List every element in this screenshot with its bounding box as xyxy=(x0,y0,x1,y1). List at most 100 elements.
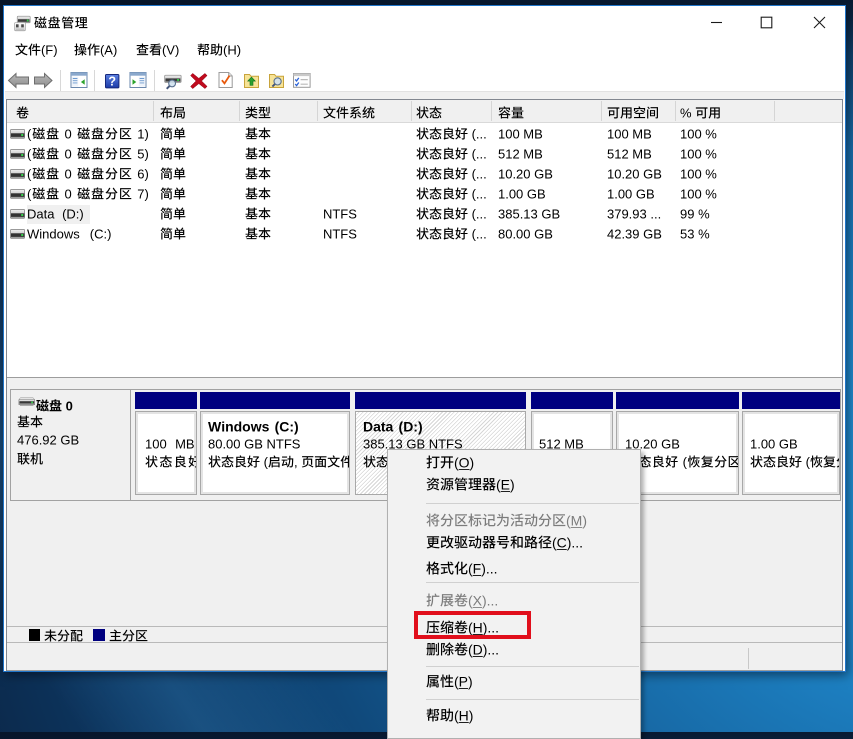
svg-text:100: 100 xyxy=(607,126,629,141)
svg-text:NTFS: NTFS xyxy=(323,206,357,221)
svg-text:(...: (... xyxy=(471,186,486,201)
svg-text:)...: )... xyxy=(481,560,497,576)
svg-text:379.93: 379.93 xyxy=(607,206,647,221)
svg-text:GB: GB xyxy=(60,432,79,447)
svg-text:%: % xyxy=(706,186,718,201)
svg-text:(: ( xyxy=(806,454,811,469)
svg-text:(F): (F) xyxy=(41,43,58,58)
svg-text:Windows: Windows xyxy=(208,418,270,434)
svg-text:...: ... xyxy=(650,206,661,221)
svg-text:(: ( xyxy=(552,535,557,551)
svg-text:(: ( xyxy=(454,454,459,470)
svg-text:100: 100 xyxy=(498,126,520,141)
svg-text:(...: (... xyxy=(471,226,486,241)
svg-text:%: % xyxy=(706,126,718,141)
svg-text:(: ( xyxy=(468,560,473,576)
svg-text:)...: )... xyxy=(482,592,498,608)
svg-text:7): 7) xyxy=(138,186,150,201)
svg-text:512: 512 xyxy=(607,146,629,161)
svg-text:X: X xyxy=(472,592,482,608)
svg-text:(...: (... xyxy=(471,206,486,221)
svg-text:385.13: 385.13 xyxy=(498,206,538,221)
svg-text:)...: )... xyxy=(566,535,582,551)
svg-text:?: ? xyxy=(108,74,116,88)
svg-text:%: % xyxy=(698,206,710,221)
svg-text:10.20: 10.20 xyxy=(498,166,531,181)
svg-text:%: % xyxy=(698,226,710,241)
svg-text:GB: GB xyxy=(245,437,264,452)
svg-text:(D:): (D:) xyxy=(399,418,423,434)
svg-text:1.00: 1.00 xyxy=(607,186,632,201)
svg-text:Data: Data xyxy=(363,418,394,434)
svg-text:(: ( xyxy=(454,674,459,690)
svg-text:GB: GB xyxy=(534,166,553,181)
svg-text:GB: GB xyxy=(534,226,553,241)
svg-text:GB: GB xyxy=(636,186,655,201)
svg-text:GB: GB xyxy=(542,206,561,221)
svg-text:1.00: 1.00 xyxy=(750,437,775,452)
svg-text:(...: (... xyxy=(471,146,486,161)
svg-text:(C:): (C:) xyxy=(275,418,299,434)
svg-text:(V): (V) xyxy=(162,43,179,58)
svg-text:M: M xyxy=(570,512,582,528)
svg-text:(H): (H) xyxy=(223,43,241,58)
svg-text:GB: GB xyxy=(527,186,546,201)
svg-text:100: 100 xyxy=(680,166,702,181)
svg-text:E: E xyxy=(500,477,509,493)
svg-text:Data: Data xyxy=(27,206,55,221)
svg-text:0: 0 xyxy=(65,146,72,161)
svg-text:(: ( xyxy=(27,126,32,141)
svg-text:99: 99 xyxy=(680,206,694,221)
svg-text:GB: GB xyxy=(643,226,662,241)
svg-text:100: 100 xyxy=(145,437,167,452)
svg-text:(D:): (D:) xyxy=(62,206,84,221)
svg-text:%: % xyxy=(706,146,718,161)
svg-text:1.00: 1.00 xyxy=(498,186,523,201)
svg-text:MB: MB xyxy=(523,146,542,161)
svg-text:(: ( xyxy=(468,592,473,608)
svg-text:): ) xyxy=(582,512,587,528)
svg-text:(: ( xyxy=(468,641,473,657)
svg-text:53: 53 xyxy=(680,226,694,241)
svg-text:(C:): (C:) xyxy=(90,226,112,241)
svg-text:GB: GB xyxy=(661,437,680,452)
svg-text:(: ( xyxy=(27,146,32,161)
svg-text:(: ( xyxy=(27,186,32,201)
svg-text:6): 6) xyxy=(138,166,150,181)
svg-text:)...: )... xyxy=(482,641,498,657)
svg-text:MB: MB xyxy=(175,437,195,452)
svg-text:100: 100 xyxy=(680,186,702,201)
svg-text:0: 0 xyxy=(65,186,72,201)
svg-text:%: % xyxy=(706,166,718,181)
svg-text:(: ( xyxy=(496,477,501,493)
svg-text:(: ( xyxy=(27,166,32,181)
svg-text:O: O xyxy=(458,454,469,470)
svg-text:MB: MB xyxy=(632,146,651,161)
svg-text:MB: MB xyxy=(632,126,651,141)
svg-text:NTFS: NTFS xyxy=(323,226,357,241)
svg-text:H: H xyxy=(458,708,468,724)
svg-text:(: ( xyxy=(454,708,459,724)
svg-text:80.00: 80.00 xyxy=(498,226,531,241)
svg-text:MB: MB xyxy=(523,126,542,141)
svg-text:(A): (A) xyxy=(100,43,117,58)
svg-text:42.39: 42.39 xyxy=(607,226,640,241)
svg-text:(...: (... xyxy=(471,166,486,181)
svg-text:(: ( xyxy=(566,512,571,528)
svg-text:P: P xyxy=(458,674,467,690)
svg-text:(: ( xyxy=(264,454,269,469)
svg-text:10.20: 10.20 xyxy=(607,166,640,181)
svg-text:F: F xyxy=(472,560,481,576)
svg-text:(: ( xyxy=(682,454,687,469)
svg-text:80.00: 80.00 xyxy=(208,437,241,452)
svg-text:5): 5) xyxy=(138,146,150,161)
svg-text:100: 100 xyxy=(680,146,702,161)
svg-text:0: 0 xyxy=(65,126,72,141)
svg-text:NTFS: NTFS xyxy=(267,437,301,452)
svg-text:,: , xyxy=(294,454,298,469)
svg-text:100: 100 xyxy=(680,126,702,141)
svg-text:0: 0 xyxy=(66,398,73,413)
svg-text:): ) xyxy=(468,708,473,724)
svg-text:): ) xyxy=(510,477,515,493)
svg-text:476.92: 476.92 xyxy=(17,432,57,447)
